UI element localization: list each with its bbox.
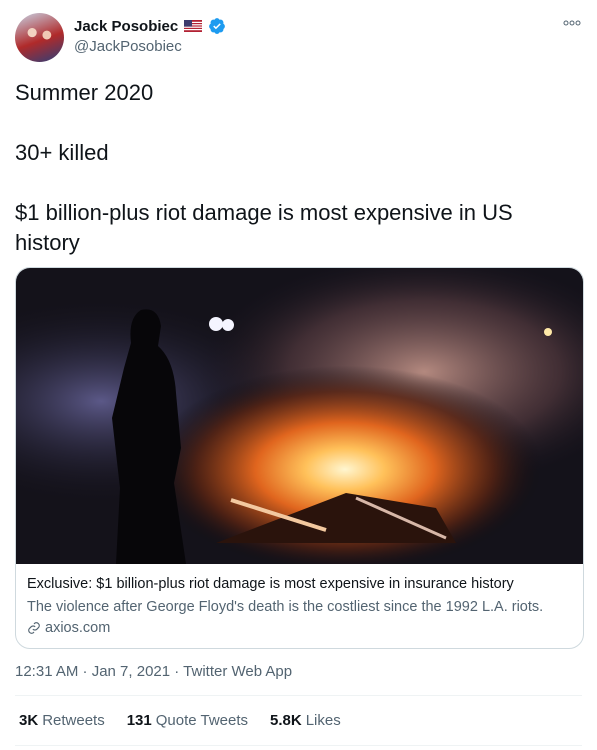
author-row: Jack Posobiec <box>74 17 226 35</box>
card-description: The violence after George Floyd's death … <box>27 599 544 615</box>
card-domain: axios.com <box>45 620 111 636</box>
retweets-label: Retweets <box>42 712 105 729</box>
us-flag-icon <box>184 20 203 32</box>
retweets-stat[interactable]: 3K Retweets <box>19 712 105 729</box>
card-image[interactable] <box>16 268 583 564</box>
divider <box>15 745 582 746</box>
card-domain-row: axios.com <box>27 620 110 636</box>
likes-stat[interactable]: 5.8K Likes <box>270 712 341 729</box>
tweet-timestamp[interactable]: 12:31 AM · Jan 7, 2021 · Twitter Web App <box>15 663 292 680</box>
link-icon <box>28 622 40 634</box>
quote-tweets-stat[interactable]: 131 Quote Tweets <box>127 712 248 729</box>
more-options-icon[interactable] <box>563 18 581 28</box>
author-name[interactable]: Jack Posobiec <box>74 18 178 35</box>
avatar[interactable] <box>15 13 64 62</box>
likes-label: Likes <box>305 712 341 729</box>
card-title[interactable]: Exclusive: $1 billion-plus riot damage i… <box>27 576 514 592</box>
retweets-count: 3K <box>19 712 39 729</box>
likes-count: 5.8K <box>270 712 302 729</box>
tweet-text-line: history <box>15 230 80 255</box>
tweet: Jack Posobiec @JackPosobiec Summer 2020 … <box>0 0 597 750</box>
quote-tweets-count: 131 <box>126 712 152 729</box>
link-card[interactable]: Exclusive: $1 billion-plus riot damage i… <box>15 267 584 649</box>
author-handle[interactable]: @JackPosobiec <box>74 38 182 55</box>
quote-tweets-label: Quote Tweets <box>155 712 249 729</box>
tweet-text-line: Summer 2020 <box>15 80 154 105</box>
engagement-stats: 3K Retweets 131 Quote Tweets 5.8K Likes <box>19 712 341 729</box>
divider <box>15 695 582 696</box>
verified-badge-icon <box>209 18 226 34</box>
tweet-text-line: 30+ killed <box>15 140 109 165</box>
tweet-text-line: $1 billion-plus riot damage is most expe… <box>15 200 513 225</box>
